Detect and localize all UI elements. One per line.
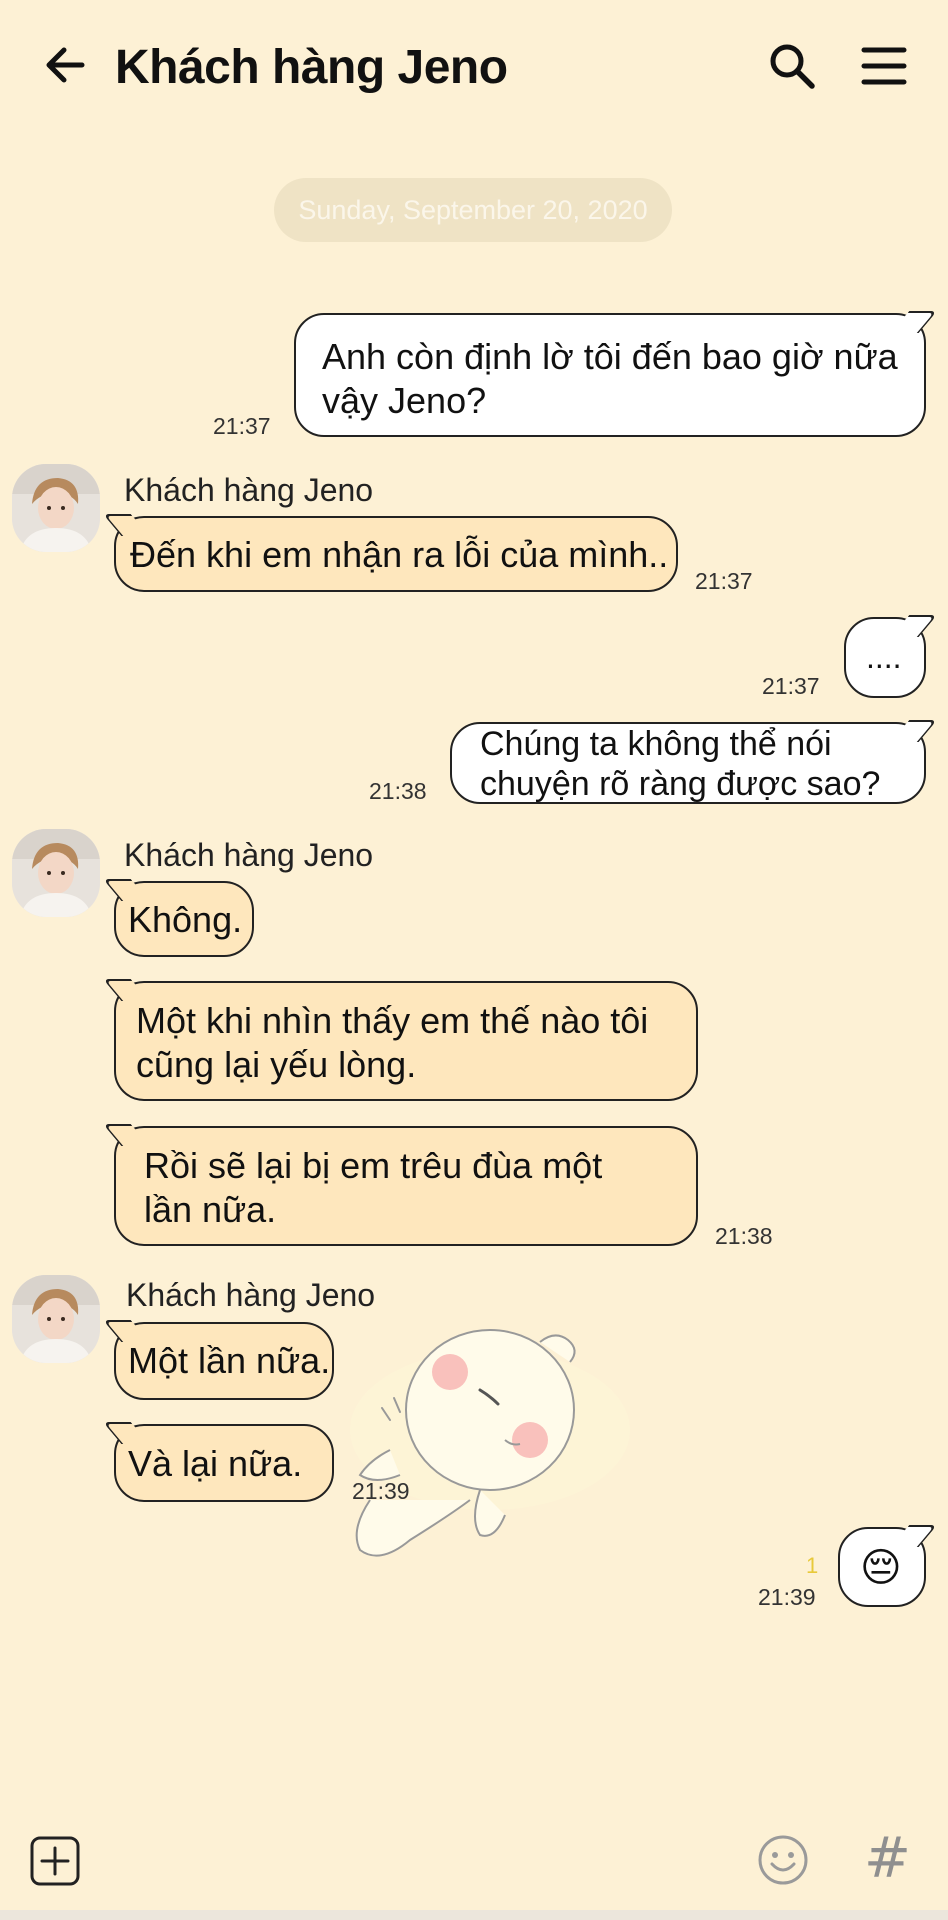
message-line: lần nữa. — [144, 1189, 277, 1230]
my-message-bubble[interactable]: .... — [844, 617, 926, 698]
their-message-bubble[interactable]: Rồi sẽ lại bị em trêu đùa một lần nữa. — [114, 1126, 698, 1246]
message-time: 21:37 — [695, 568, 753, 594]
emoji-icon[interactable] — [757, 1834, 809, 1886]
contact-avatar[interactable] — [12, 464, 100, 552]
back-arrow-icon[interactable] — [40, 38, 94, 92]
message-time: 21:38 — [369, 778, 427, 804]
message-line: vậy Jeno? — [322, 380, 487, 421]
message-time: 21:39 — [758, 1584, 816, 1610]
message-time: 21:37 — [762, 673, 820, 699]
message-time: 21:39 — [352, 1478, 410, 1504]
contact-avatar[interactable] — [12, 1275, 100, 1363]
message-line: Rồi sẽ lại bị em trêu đùa một — [144, 1145, 603, 1186]
sleeping-bun-sticker[interactable] — [330, 1300, 630, 1570]
their-message-bubble[interactable]: Một khi nhìn thấy em thế nào tôi cũng lạ… — [114, 981, 698, 1101]
their-message-bubble[interactable]: Đến khi em nhận ra lỗi của mình.. — [114, 516, 678, 592]
search-icon[interactable] — [766, 40, 818, 92]
my-message-bubble[interactable]: Anh còn định lờ tôi đến bao giờ nữa vậy … — [294, 313, 926, 437]
date-divider: Sunday, September 20, 2020 — [274, 178, 672, 242]
message-time: 21:37 — [213, 413, 271, 439]
message-line: Đến khi em nhận ra lỗi của mình.. — [130, 534, 669, 575]
pensive-emoji: 😔 — [860, 1546, 902, 1590]
their-message-bubble[interactable]: Và lại nữa. — [114, 1424, 334, 1502]
sender-name: Khách hàng Jeno — [124, 837, 374, 873]
message-line: Một lần nữa. — [128, 1340, 331, 1381]
message-line: .... — [866, 639, 902, 675]
add-icon[interactable] — [30, 1836, 80, 1886]
unread-count: 1 — [806, 1553, 819, 1578]
sender-name: Khách hàng Jeno — [124, 472, 374, 508]
message-line: Chúng ta không thể nói — [480, 725, 832, 763]
their-message-bubble[interactable]: Một lần nữa. — [114, 1322, 334, 1400]
hashtag-button[interactable]: # — [864, 1826, 911, 1891]
message-line: Một khi nhìn thấy em thế nào tôi — [136, 1000, 649, 1041]
their-message-bubble[interactable]: Không. — [114, 881, 254, 957]
bottom-edge — [0, 1910, 948, 1920]
chat-title: Khách hàng Jeno — [115, 41, 508, 94]
my-emoji-bubble[interactable]: 😔 — [838, 1527, 926, 1607]
my-message-bubble[interactable]: Chúng ta không thể nói chuyện rõ ràng đư… — [450, 722, 926, 804]
message-line: cũng lại yếu lòng. — [136, 1044, 417, 1085]
message-time: 21:38 — [715, 1223, 773, 1249]
contact-avatar[interactable] — [12, 829, 100, 917]
message-line: Anh còn định lờ tôi đến bao giờ nữa — [322, 336, 898, 377]
message-line: Và lại nữa. — [128, 1443, 303, 1484]
menu-icon[interactable] — [860, 44, 908, 88]
message-line: Không. — [128, 899, 243, 940]
message-line: chuyện rõ ràng được sao? — [480, 765, 881, 803]
